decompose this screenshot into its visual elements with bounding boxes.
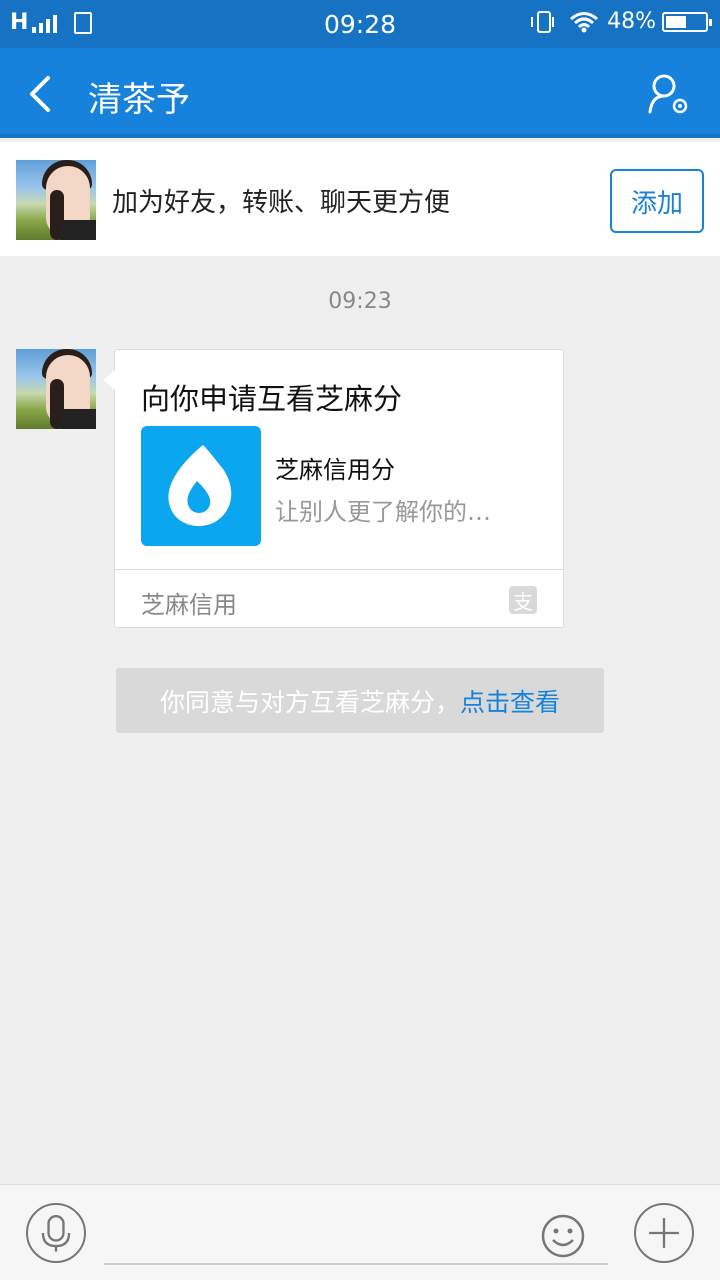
card-title: 向你申请互看芝麻分 [141, 382, 403, 416]
card-divider [115, 569, 563, 570]
card-source: 芝麻信用 [141, 591, 237, 619]
battery-icon [662, 11, 712, 32]
add-friend-text: 加为好友，转账、聊天更方便 [112, 188, 451, 218]
sender-avatar[interactable] [16, 349, 96, 429]
page-title: 清茶予 [88, 80, 190, 120]
avatar[interactable] [16, 160, 96, 240]
status-bar: H 09:28 48% [0, 0, 720, 48]
plus-icon[interactable] [634, 1203, 694, 1263]
view-link[interactable]: 点击查看 [460, 683, 560, 719]
message-input[interactable] [104, 1203, 608, 1265]
back-button[interactable] [22, 74, 62, 114]
battery-percent: 48% [607, 9, 656, 34]
vibrate-icon [531, 10, 555, 33]
alipay-icon: 支 [509, 586, 537, 614]
smiley-icon[interactable] [540, 1213, 586, 1259]
card-app-description: 让别人更了解你的… [275, 498, 491, 526]
wifi-icon [570, 11, 599, 32]
add-friend-button[interactable]: 添加 [610, 169, 704, 233]
add-friend-banner: 加为好友，转账、聊天更方便 添加 [0, 142, 720, 256]
microphone-icon[interactable] [26, 1203, 86, 1263]
card-app-name: 芝麻信用分 [275, 456, 395, 484]
notice-text: 你同意与对方互看芝麻分， [159, 687, 460, 717]
user-settings-icon[interactable] [646, 72, 692, 118]
system-notice: 你同意与对方互看芝麻分， 点击查看 [116, 668, 604, 733]
chat-header: 清茶予 [0, 48, 720, 138]
sesame-credit-card[interactable]: 向你申请互看芝麻分 芝麻信用分 让别人更了解你的… 芝麻信用 支 [103, 349, 564, 628]
message-timestamp: 09:23 [328, 289, 392, 314]
sesame-drop-icon [141, 426, 261, 546]
input-bar [0, 1184, 720, 1280]
